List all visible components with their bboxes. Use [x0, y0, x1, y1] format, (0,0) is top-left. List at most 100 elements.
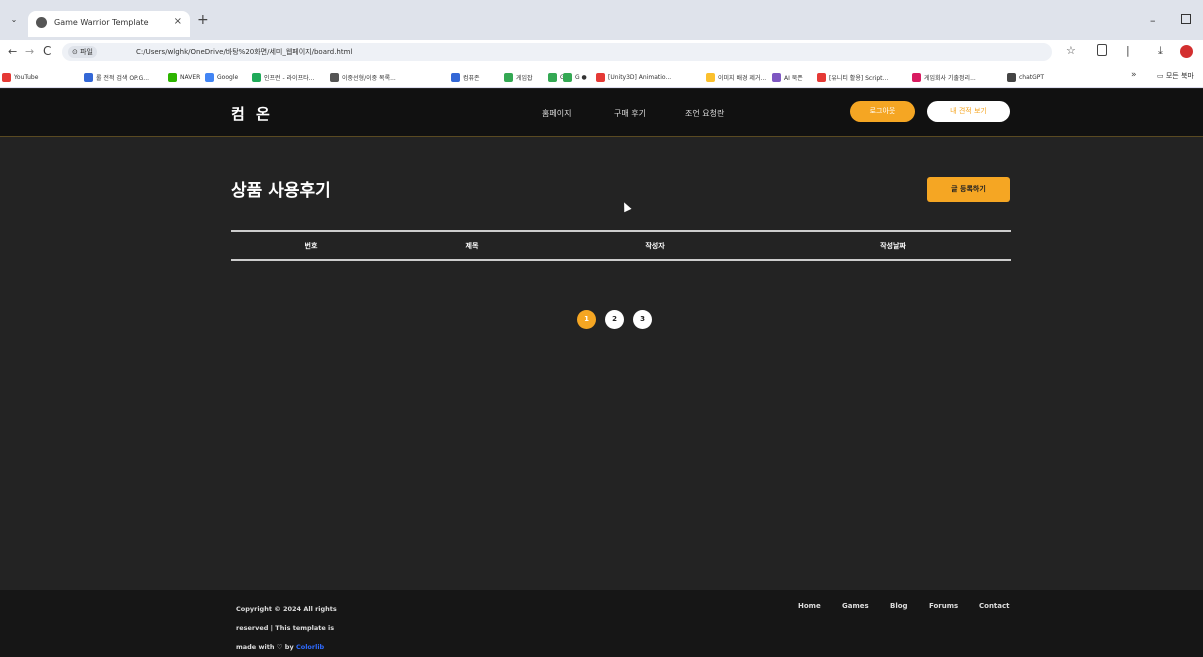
browser-tab[interactable]: Game Warrior Template ×	[28, 11, 190, 37]
bookmark-item[interactable]: 롤 전적 검색 OP.G...	[84, 71, 149, 83]
copyright-text: Copyright © 2024 All rights reserved | T…	[236, 600, 356, 657]
bookmark-label: [Unity3D] Animatio...	[608, 73, 672, 81]
bookmark-favicon-icon	[1007, 72, 1016, 82]
column-title: 제목	[465, 242, 479, 250]
bookmark-favicon-icon	[772, 72, 781, 82]
column-date: 작성날짜	[880, 242, 906, 250]
bookmark-item[interactable]: 이중선형/이중 복록...	[330, 71, 396, 83]
bookmark-label: 게임잡	[516, 74, 533, 82]
copyright-line-2: reserved | This template is	[236, 624, 335, 632]
bookmark-favicon-icon	[2, 72, 11, 82]
bookmark-favicon-icon	[84, 72, 93, 82]
board-table-header: 번호 제목 작성자 작성날짜	[231, 230, 1011, 261]
minimize-button[interactable]: –	[1150, 14, 1156, 27]
bookmark-label: 이중선형/이중 복록...	[342, 74, 396, 82]
pagination: 1 2 3	[577, 310, 652, 329]
bookmark-label: Google	[217, 73, 239, 81]
logout-button[interactable]: 로그아웃	[850, 101, 915, 122]
write-post-button[interactable]: 글 등록하기	[927, 177, 1010, 202]
page-title: 상품 사용후기	[231, 181, 331, 201]
bookmark-item[interactable]: NAVER	[168, 71, 200, 83]
bookmark-label: [유니티 활용] Script...	[829, 74, 889, 82]
copyright-line-1: Copyright © 2024 All rights	[236, 605, 337, 613]
address-bar-row: ← → C ⊙ 파일 C:/Users/wlghk/OneDrive/바탕%20…	[0, 40, 1203, 64]
page-1-button[interactable]: 1	[577, 310, 596, 329]
bookmark-item[interactable]: [Unity3D] Animatio...	[596, 71, 671, 83]
mouse-cursor-icon	[620, 200, 632, 213]
tab-close-button[interactable]: ×	[174, 16, 182, 27]
globe-icon	[36, 17, 47, 28]
nav-home-link[interactable]: 홈페이지	[542, 108, 571, 119]
bookmark-item[interactable]: YouTube	[2, 71, 38, 83]
bookmark-label: G ●	[575, 73, 587, 81]
bookmark-item[interactable]: G ●	[563, 71, 587, 83]
tab-title: Game Warrior Template	[54, 18, 149, 27]
bookmark-item[interactable]: 이미지 배경 제거...	[706, 71, 766, 83]
bookmark-item[interactable]: 게임회사 기출정리...	[912, 71, 976, 83]
my-quote-button[interactable]: 내 견적 보기	[927, 101, 1010, 122]
bookmark-favicon-icon	[817, 72, 826, 82]
extensions-icon[interactable]	[1097, 44, 1107, 56]
site-info-chip[interactable]: ⊙ 파일	[68, 46, 97, 58]
bookmark-favicon-icon	[205, 72, 214, 82]
bookmark-item[interactable]: 인프런 - 라이프타...	[252, 71, 314, 83]
bookmark-favicon-icon	[504, 72, 513, 82]
tab-list-button[interactable]: ⌄	[8, 14, 20, 26]
column-author: 작성자	[645, 242, 665, 250]
reload-button[interactable]: C	[43, 44, 51, 58]
bookmark-label: chatGPT	[1019, 73, 1045, 81]
bookmark-item[interactable]: 게임잡	[504, 71, 533, 83]
profile-avatar-icon[interactable]	[1180, 45, 1193, 58]
maximize-button[interactable]	[1181, 14, 1191, 24]
bookmark-favicon-icon	[563, 72, 572, 82]
bookmark-star-icon[interactable]: ☆	[1066, 44, 1076, 57]
site-logo[interactable]: 컴 온	[231, 103, 273, 124]
bookmark-label: 게임회사 기출정리...	[924, 74, 976, 82]
column-number: 번호	[304, 242, 318, 250]
forward-button[interactable]: →	[25, 45, 34, 58]
bookmark-favicon-icon	[168, 72, 177, 82]
url-text[interactable]: C:/Users/wlghk/OneDrive/바탕%20화면/세미_웹페이지/…	[136, 47, 352, 57]
browser-tab-bar: ⌄ Game Warrior Template × + –	[0, 0, 1203, 40]
url-field[interactable]: ⊙ 파일 C:/Users/wlghk/OneDrive/바탕%20화면/세미_…	[62, 43, 1052, 61]
bookmarks-more-button[interactable]: »	[1131, 70, 1137, 80]
bookmark-label: 인프런 - 라이프타...	[264, 74, 315, 82]
bookmark-item[interactable]: [유니티 활용] Script...	[817, 71, 888, 83]
bookmark-item[interactable]: chatGPT	[1007, 71, 1044, 83]
bookmark-label: NAVER	[180, 73, 201, 81]
bookmark-item[interactable]: AI 북픈	[772, 71, 803, 83]
bookmark-label: 롤 전적 검색 OP.G...	[96, 74, 150, 82]
bookmark-favicon-icon	[912, 72, 921, 82]
footer-contact-link[interactable]: Contact	[979, 602, 1010, 610]
nav-reviews-link[interactable]: 구매 후기	[614, 108, 646, 119]
bookmark-item[interactable]: 컴퓨존	[451, 71, 480, 83]
bookmarks-bar: YouTube 롤 전적 검색 OP.G... NAVER Google 인프런 - 라…	[0, 64, 1203, 88]
all-bookmarks-folder[interactable]: ▭ 모든 북마	[1157, 71, 1194, 81]
page-3-button[interactable]: 3	[633, 310, 652, 329]
bookmark-favicon-icon	[596, 72, 605, 82]
footer-blog-link[interactable]: Blog	[890, 602, 908, 610]
nav-advice-link[interactable]: 조언 요청란	[685, 108, 724, 119]
bookmark-favicon-icon	[451, 72, 460, 82]
colorlib-link[interactable]: Colorlib	[296, 643, 324, 651]
footer-home-link[interactable]: Home	[798, 602, 821, 610]
bookmark-item[interactable]: Google	[205, 71, 238, 83]
new-tab-button[interactable]: +	[197, 13, 209, 27]
bookmark-favicon-icon	[330, 72, 339, 82]
bookmark-label: YouTube	[14, 73, 39, 81]
bookmark-favicon-icon	[548, 72, 557, 82]
back-button[interactable]: ←	[8, 45, 17, 58]
bookmark-label: 이미지 배경 제거...	[718, 74, 767, 82]
site-header: 컴 온 홈페이지 구매 후기 조언 요청란 로그아웃 내 견적 보기	[0, 89, 1203, 137]
site-footer: Copyright © 2024 All rights reserved | T…	[0, 590, 1203, 657]
footer-forums-link[interactable]: Forums	[929, 602, 958, 610]
copyright-line-3: made with ♡ by	[236, 643, 294, 651]
bookmark-favicon-icon	[706, 72, 715, 82]
bookmark-favicon-icon	[252, 72, 261, 82]
page-2-button[interactable]: 2	[605, 310, 624, 329]
sidebar-icon[interactable]: |	[1126, 44, 1130, 57]
bookmark-label: 컴퓨존	[463, 74, 480, 82]
bookmark-label: AI 북픈	[784, 74, 803, 82]
download-icon[interactable]: ⤓	[1158, 44, 1163, 58]
footer-games-link[interactable]: Games	[842, 602, 869, 610]
